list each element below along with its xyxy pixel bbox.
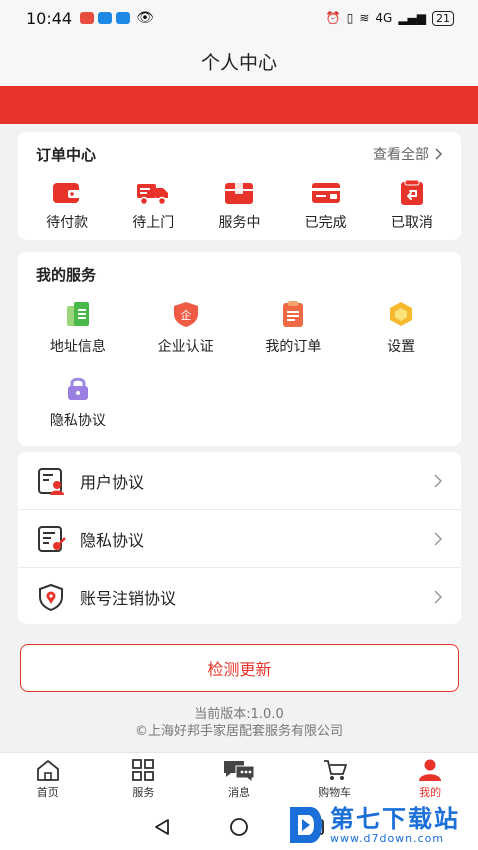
order-in-service[interactable]: 服务中 — [199, 180, 279, 232]
title-bar: 个人中心 — [0, 36, 478, 86]
back-triangle-icon[interactable] — [152, 817, 172, 837]
home-circle-icon[interactable] — [228, 817, 250, 837]
privacy-doc-icon — [38, 525, 66, 552]
version-number: 当前版本:1.0.0 — [194, 707, 284, 722]
lock-icon — [67, 377, 88, 400]
service-label: 我的订单 — [265, 339, 322, 355]
page-title: 个人中心 — [200, 51, 277, 74]
order-center-card: 订单中心 查看全部 待付款 待上门 服务中 已完成 已取消 — [18, 132, 461, 240]
home-icon — [36, 759, 59, 781]
service-label: 设置 — [387, 339, 416, 355]
status-bar: 10:44 👁 ⏰ ▯ ≋ 4G ▂▄▆ 21 — [0, 0, 478, 36]
notification-app-icon — [80, 12, 95, 24]
order-completed[interactable]: 已完成 — [286, 180, 366, 232]
person-icon — [419, 759, 442, 781]
network-label: 4G — [375, 11, 393, 25]
location-shield-icon — [39, 583, 63, 612]
tab-services[interactable]: 服务 — [96, 753, 192, 804]
watermark-logo-icon — [290, 807, 322, 843]
agreements-card: 用户协议 隐私协议 账号注销协议 — [18, 452, 461, 624]
service-settings[interactable]: 设置 — [347, 300, 455, 356]
signal-icon: ▂▄▆ — [398, 11, 426, 25]
chevron-right-icon — [434, 473, 443, 488]
service-label: 隐私协议 — [49, 413, 106, 429]
box-icon — [225, 183, 254, 204]
tab-label: 首页 — [36, 785, 59, 799]
bottom-tab-bar: 首页 服务 消息 购物车 我的 — [0, 752, 478, 804]
privacy-agreement-row[interactable]: 隐私协议 — [18, 510, 461, 568]
order-center-title: 订单中心 — [36, 145, 97, 164]
watermark: 第七下载站 www.d7down.com — [284, 800, 478, 850]
service-label: 企业认证 — [157, 339, 214, 355]
order-item-label: 待付款 — [46, 215, 89, 231]
chevron-right-icon — [434, 590, 443, 604]
tab-label: 消息 — [227, 785, 250, 799]
account-cancellation-row[interactable]: 账号注销协议 — [18, 568, 461, 626]
hexagon-settings-icon — [390, 302, 413, 326]
tab-label: 购物车 — [318, 785, 352, 799]
order-list-icon — [283, 301, 304, 327]
service-privacy-agreement[interactable]: 隐私协议 — [24, 374, 132, 430]
user-agreement-label: 用户协议 — [80, 472, 145, 492]
enterprise-shield-icon: 企 — [173, 302, 198, 327]
cancel-icon — [400, 180, 423, 205]
view-all-orders-link[interactable]: 查看全部 — [373, 144, 443, 164]
card-done-icon — [311, 183, 340, 203]
my-services-title: 我的服务 — [36, 265, 97, 284]
alarm-icon: ⏰ — [325, 11, 341, 25]
notification-app-icon — [116, 12, 131, 24]
order-cancelled[interactable]: 已取消 — [372, 180, 452, 232]
tab-cart[interactable]: 购物车 — [287, 753, 383, 804]
watermark-url: www.d7down.com — [330, 831, 445, 845]
service-enterprise-auth[interactable]: 企 企业认证 — [132, 300, 240, 356]
wifi-icon: ≋ — [359, 11, 370, 25]
vibrate-icon: ▯ — [346, 11, 354, 25]
tab-label: 服务 — [132, 785, 155, 799]
tab-messages[interactable]: 消息 — [191, 753, 287, 804]
notification-app-icon — [98, 12, 113, 24]
user-agreement-row[interactable]: 用户协议 — [18, 452, 461, 510]
wallet-icon — [53, 183, 82, 203]
tab-label: 我的 — [419, 785, 442, 799]
grid-icon — [132, 758, 155, 781]
copyright: ©上海好邦手家居配套服务有限公司 — [134, 724, 343, 739]
view-all-label: 查看全部 — [373, 147, 429, 163]
address-icon — [66, 302, 89, 326]
order-item-label: 已完成 — [304, 215, 347, 231]
service-my-orders[interactable]: 我的订单 — [240, 300, 348, 356]
chevron-right-icon — [434, 531, 443, 546]
service-label: 地址信息 — [49, 339, 106, 355]
status-time: 10:44 — [26, 8, 73, 28]
battery-indicator: 21 — [432, 10, 454, 26]
chat-icon — [223, 760, 255, 782]
svg-text:企: 企 — [180, 308, 191, 322]
watermark-title: 第七下载站 — [330, 804, 460, 833]
my-services-card: 我的服务 地址信息 企 企业认证 我的订单 设置 隐私协议 — [18, 252, 461, 446]
header-banner — [0, 86, 478, 124]
order-pending-payment[interactable]: 待付款 — [27, 180, 107, 232]
user-doc-icon — [38, 467, 64, 495]
order-item-label: 待上门 — [132, 215, 175, 231]
tab-home[interactable]: 首页 — [0, 753, 96, 804]
truck-icon — [137, 184, 169, 206]
check-update-button[interactable]: 检测更新 — [20, 644, 459, 692]
privacy-agreement-label: 隐私协议 — [80, 530, 145, 550]
tab-mine[interactable]: 我的 — [382, 753, 478, 804]
service-address-info[interactable]: 地址信息 — [24, 300, 132, 356]
version-info: 当前版本:1.0.0 ©上海好邦手家居配套服务有限公司 — [0, 706, 478, 740]
eye-icon: 👁 — [136, 10, 154, 26]
account-cancellation-label: 账号注销协议 — [80, 589, 177, 608]
chevron-right-icon — [435, 148, 443, 160]
status-indicators: ⏰ ▯ ≋ 4G ▂▄▆ 21 — [325, 10, 454, 26]
cart-icon — [323, 759, 347, 780]
order-item-label: 已取消 — [390, 215, 433, 231]
order-awaiting-visit[interactable]: 待上门 — [113, 180, 193, 232]
order-item-label: 服务中 — [218, 215, 261, 231]
